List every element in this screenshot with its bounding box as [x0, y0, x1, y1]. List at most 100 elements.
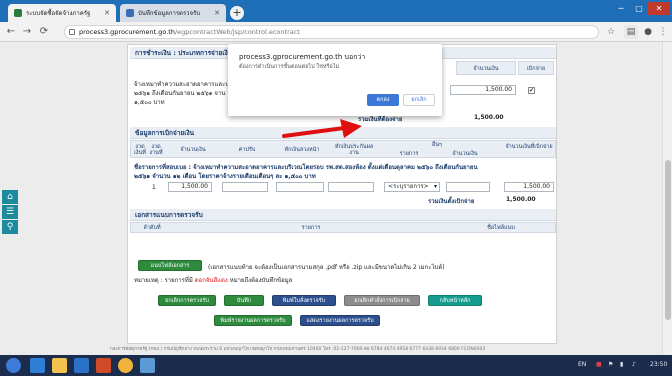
deduct-item-select[interactable]: <ระบุรายการ> ▾: [384, 182, 440, 192]
print-report-button[interactable]: พิมพ์รายงานผลการตรวจรับ: [214, 315, 292, 326]
retention-field[interactable]: [328, 182, 374, 192]
chevron-down-icon: ▾: [433, 183, 437, 190]
menu-dots-icon[interactable]: ⋮: [656, 25, 670, 39]
chrome-icon[interactable]: [118, 358, 133, 373]
grid-icon[interactable]: ☰: [2, 205, 18, 219]
hdr-deduct-amount: จำนวนเงิน: [452, 151, 478, 157]
disbursement-desc-2: ๒๕๖๑ จำนวน ๑๒ เดือน โดยราคาจ้างรายเดือนเ…: [134, 173, 316, 180]
red-arrow-icon: [282, 119, 362, 138]
payment-amount-field[interactable]: 1,500.00: [450, 85, 516, 95]
antivirus-icon[interactable]: ■: [596, 361, 602, 368]
page-footer: กองการพัสดุภาครัฐ (กพภ.) กรมบัญชีกลาง ถน…: [110, 347, 486, 352]
address-bar[interactable]: process3.gprocurement.go.th/egpcontractW…: [64, 25, 599, 39]
remark: หมายเหตุ : รายการที่มี ดอกจันสีแดง หมายถ…: [134, 275, 292, 285]
confirm-dialog: process3.gprocurement.go.th บอกว่า ต้องก…: [228, 44, 442, 116]
new-tab-button[interactable]: +: [230, 6, 244, 20]
minimize-icon[interactable]: ─: [612, 2, 630, 15]
forward-arrow-icon[interactable]: →: [20, 25, 34, 39]
network-icon[interactable]: ▮: [620, 361, 623, 368]
app-icon[interactable]: [140, 358, 155, 373]
hdr-net: จำนวนเงินที่เบิกจ่าย: [505, 144, 553, 150]
browser-titlebar: ระบบจัดซื้อจัดจ้างภาครัฐ ✕ บันทึกข้อมูลก…: [0, 0, 672, 22]
lock-icon: [69, 29, 75, 35]
remark-suffix: หมายถึงต้องบันทึกข้อมูล: [229, 277, 293, 284]
print-form-button[interactable]: พิมพ์ใบสั่งตรวจรับ: [272, 295, 336, 306]
deduct-amount-field[interactable]: [446, 182, 490, 192]
return-home-button[interactable]: กลับหน้าหลัก: [428, 295, 482, 306]
site-favicon-icon: [126, 9, 134, 17]
windows-taskbar: EN ■ ⚑ ▮ ♪ 23:50: [0, 355, 672, 376]
side-toolbar: ⌂ ☰ ⚲: [2, 190, 20, 235]
folder-icon[interactable]: [52, 358, 67, 373]
extension-icon[interactable]: ▤: [624, 25, 638, 39]
hdr-item: รายการ: [301, 225, 321, 231]
reload-icon[interactable]: ⟳: [37, 25, 51, 39]
hdr-file: ชื่อไฟล์แนบ: [487, 225, 515, 231]
hdr-no: ลำดับที่: [143, 225, 161, 231]
volume-icon[interactable]: ♪: [632, 361, 636, 368]
tab-close-icon[interactable]: ✕: [214, 9, 220, 17]
amount-col-header: จำนวนเงิน: [456, 61, 516, 75]
save-button[interactable]: บันทึก: [224, 295, 264, 306]
disbursement-amount-field[interactable]: 1,500.00: [168, 182, 212, 192]
disbursement-total-value: 1,500.00: [506, 196, 536, 203]
hdr-fine: ค่าปรับ: [238, 147, 256, 153]
hdr-deduct: อื่นๆ: [431, 142, 443, 148]
ie-icon[interactable]: [30, 358, 45, 373]
maximize-icon[interactable]: ▢: [630, 2, 648, 15]
remark-red: ดอกจันสีแดง: [194, 277, 228, 284]
bookmark-star-icon[interactable]: ☆: [604, 25, 618, 39]
cancel-disbursement-button[interactable]: ยกเลิกคำสั่งการเบิกจ่าย: [344, 295, 420, 306]
payment-checkbox[interactable]: ✔: [528, 87, 535, 94]
tab-procurement[interactable]: ระบบจัดซื้อจัดจ้างภาครัฐ ✕: [8, 4, 116, 22]
attachments-col-headers: ลำดับที่ รายการ ชื่อไฟล์แนบ: [130, 222, 556, 233]
hdr-period: งวด เงินที่: [134, 144, 146, 156]
url-host: process3.gprocurement.go.th: [79, 28, 175, 36]
start-icon[interactable]: [6, 358, 21, 373]
select-col-header: เบิกจ่าย: [518, 61, 554, 75]
dialog-message: ต้องการดำเนินการขั้นตอนต่อไป ใช่หรือไม่: [239, 64, 340, 70]
browser-toolbar: ← → ⟳ process3.gprocurement.go.th/egpcon…: [0, 22, 672, 42]
site-favicon-icon: [14, 9, 22, 17]
hdr-deduct-item: รายการ: [399, 151, 419, 157]
disbursement-period: 1: [152, 184, 156, 191]
tab-label: บันทึกข้อมูลการตรวจรับ: [138, 10, 201, 17]
clock: 23:50: [650, 361, 668, 368]
upload-note: (เอกสารแนบท้าย จะต้องเป็นเอกสารนามสกุล .…: [208, 264, 445, 271]
net-amount-field[interactable]: 1,500.00: [504, 182, 554, 192]
fine-field[interactable]: [222, 182, 268, 192]
dialog-ok-button[interactable]: ตกลง: [367, 94, 399, 106]
scrollbar-thumb[interactable]: [665, 160, 671, 320]
payment-total-value: 1,500.00: [474, 114, 504, 121]
page-viewport: ⌂ ☰ ⚲ การชำระเงิน : ประเภทการจ่ายเงิน จำ…: [0, 42, 672, 355]
remark-prefix: หมายเหตุ : รายการที่มี: [134, 277, 193, 284]
dialog-host: process3.gprocurement.go.th บอกว่า: [239, 53, 366, 61]
hdr-seq: งวด งานที่: [149, 144, 163, 156]
advance-field[interactable]: [276, 182, 324, 192]
hdr-advance: หักเงินล่วงหน้า: [284, 147, 320, 153]
payment-row-text-3: ๑,๕๐๐ บาท: [134, 99, 165, 106]
deduct-item-value: <ระบุรายการ>: [388, 183, 429, 190]
flag-icon[interactable]: ⚑: [608, 361, 613, 368]
account-icon[interactable]: ●: [641, 25, 655, 39]
tab-close-icon[interactable]: ✕: [104, 9, 110, 17]
word-icon[interactable]: [74, 358, 89, 373]
close-window-icon[interactable]: ✕: [648, 2, 670, 15]
language-indicator[interactable]: EN: [578, 361, 586, 368]
dialog-cancel-button[interactable]: ยกเลิก: [403, 94, 435, 106]
disbursement-total-label: รวมเงินตั้งเบิกจ่าย: [428, 198, 475, 205]
tab-label: ระบบจัดซื้อจัดจ้างภาครัฐ: [26, 10, 91, 17]
col-select-label: เบิกจ่าย: [526, 66, 546, 72]
back-arrow-icon[interactable]: ←: [4, 25, 18, 39]
upload-file-button[interactable]: แนบไฟล์เอกสาร: [138, 260, 202, 271]
tab-inspection[interactable]: บันทึกข้อมูลการตรวจรับ ✕: [120, 4, 226, 22]
send-report-button[interactable]: แสดงรายงานผลการตรวจรับ: [300, 315, 380, 326]
hdr-amount: จำนวนเงิน: [180, 147, 206, 153]
home-icon[interactable]: ⌂: [2, 190, 18, 204]
media-icon[interactable]: [96, 358, 111, 373]
search-icon[interactable]: ⚲: [2, 220, 18, 234]
cancel-inspection-button[interactable]: ยกเลิกการตรวจรับ: [158, 295, 216, 306]
url-path: /egpcontractWeb/jsp/control.econtract: [174, 28, 300, 36]
vertical-scrollbar[interactable]: [662, 42, 672, 355]
attachments-section-header: เอกสารแนบการตรวจรับ: [130, 209, 556, 221]
